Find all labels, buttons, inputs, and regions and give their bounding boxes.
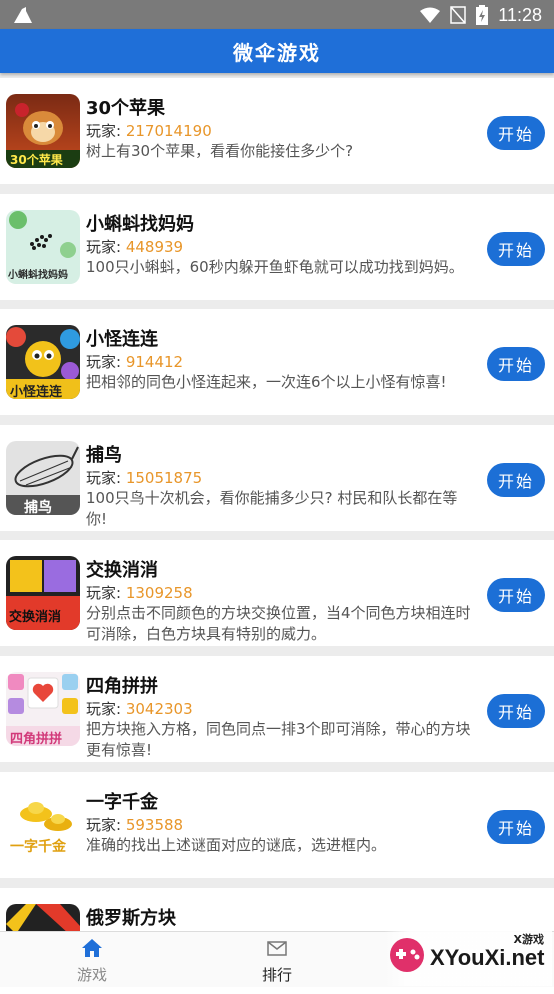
player-count: 玩家: 1309258 [86, 582, 193, 603]
start-button[interactable]: 开始 [487, 232, 545, 266]
game-thumbnail: 小蝌蚪找妈妈 [6, 210, 80, 284]
game-title: 俄罗斯方块 [86, 908, 176, 929]
game-title: 捕鸟 [86, 445, 122, 466]
notification-icon [14, 7, 32, 23]
game-title: 四角拼拼 [86, 676, 158, 697]
game-title: 小蝌蚪找妈妈 [86, 214, 194, 235]
players-number: 217014190 [125, 122, 212, 140]
players-number: 448939 [125, 238, 184, 256]
start-button[interactable]: 开始 [487, 116, 545, 150]
thumbnail-label: 捕鸟 [24, 500, 52, 515]
game-thumbnail: 交换消消 [6, 556, 80, 630]
game-thumbnail: 小怪连连 [6, 325, 80, 399]
game-title: 交换消消 [86, 560, 158, 581]
players-label: 玩家: [86, 584, 122, 602]
game-thumbnail: 四角拼拼 [6, 672, 80, 746]
game-thumbnail: 30个苹果 [6, 94, 80, 168]
watermark-text: XYouXi.net [430, 945, 545, 970]
home-icon [82, 939, 102, 957]
game-description: 100只小蝌蚪，60秒内躲开鱼虾龟就可以成功找到妈妈。 [86, 258, 464, 276]
game-description: 100只鸟十次机会，看你能捕多少只? 村民和队长都在等你! [86, 489, 458, 528]
players-label: 玩家: [86, 700, 122, 718]
game-item[interactable]: 捕鸟 捕鸟 玩家: 15051875 100只鸟十次机会，看你能捕多少只? 村民… [0, 425, 554, 531]
start-button[interactable]: 开始 [487, 347, 545, 381]
tab-label: 排行 [261, 966, 292, 984]
player-count: 玩家: 217014190 [86, 120, 212, 141]
game-item[interactable]: 小蝌蚪找妈妈 小蝌蚪找妈妈 玩家: 448939 100只小蝌蚪，60秒内躲开鱼… [0, 194, 554, 300]
players-label: 玩家: [86, 238, 122, 256]
players-number: 593588 [125, 816, 184, 834]
game-item[interactable]: 30个苹果 30个苹果 玩家: 217014190 树上有30个苹果，看看你能接… [0, 78, 554, 184]
thumbnail-label: 小怪连连 [10, 385, 63, 399]
wifi-icon [420, 7, 441, 23]
game-description: 把方块拖入方格，同色同点一排3个即可消除，带心的方块更有惊喜! [86, 720, 471, 759]
players-label: 玩家: [86, 816, 122, 834]
game-item[interactable]: 交换消消 交换消消 玩家: 1309258 分别点击不同颜色的方块交换位置，当4… [0, 540, 554, 646]
tab-ranking[interactable]: 排行 [217, 932, 337, 987]
thumbnail-label: 30个苹果 [10, 153, 63, 167]
status-bar: 11:28 [0, 0, 554, 29]
game-description: 树上有30个苹果，看看你能接住多少个? [86, 142, 354, 160]
players-label: 玩家: [86, 353, 122, 371]
player-count: 玩家: 15051875 [86, 467, 202, 488]
game-thumbnail: 捕鸟 [6, 441, 80, 515]
players-number: 3042303 [125, 700, 193, 718]
mail-icon [267, 941, 287, 956]
app-bar: 微伞游戏 [0, 29, 554, 73]
game-thumbnail: 一字千金 [6, 788, 80, 862]
game-description: 分别点击不同颜色的方块交换位置，当4个同色方块相连时可消除，白色方块具有特别的威… [86, 604, 471, 643]
game-description: 准确的找出上述谜面对应的谜底，选进框内。 [86, 836, 387, 854]
players-number: 15051875 [125, 469, 203, 487]
thumbnail-label: 交换消消 [9, 610, 62, 625]
start-button[interactable]: 开始 [487, 694, 545, 728]
game-title: 一字千金 [86, 792, 158, 813]
player-count: 玩家: 448939 [86, 236, 183, 257]
game-description: 把相邻的同色小怪连起来，一次连6个以上小怪有惊喜! [86, 373, 447, 391]
game-item[interactable]: 四角拼拼 四角拼拼 玩家: 3042303 把方块拖入方格，同色同点一排3个即可… [0, 656, 554, 762]
player-count: 玩家: 914412 [86, 351, 183, 372]
thumbnail-label: 四角拼拼 [10, 732, 63, 746]
tab-label: 游戏 [76, 966, 107, 984]
clock: 11:28 [498, 4, 542, 25]
players-label: 玩家: [86, 122, 122, 140]
game-item[interactable]: 一字千金 一字千金 玩家: 593588 准确的找出上述谜面对应的谜底，选进框内… [0, 772, 554, 878]
game-title: 30个苹果 [86, 98, 166, 119]
thumbnail-label: 小蝌蚪找妈妈 [8, 270, 68, 281]
gamepad-icon [390, 938, 424, 972]
page-title: 微伞游戏 [233, 40, 321, 65]
thumbnail-label: 一字千金 [10, 839, 66, 855]
start-button[interactable]: 开始 [487, 463, 545, 497]
start-button[interactable]: 开始 [487, 578, 545, 612]
watermark: X游戏 XYouXi.net [384, 929, 552, 986]
player-count: 玩家: 593588 [86, 814, 183, 835]
battery-icon [476, 5, 489, 25]
game-item[interactable]: 小怪连连 小怪连连 玩家: 914412 把相邻的同色小怪连起来，一次连6个以上… [0, 309, 554, 415]
players-number: 1309258 [125, 584, 193, 602]
no-signal-icon [450, 6, 467, 24]
start-button[interactable]: 开始 [487, 810, 545, 844]
tab-games[interactable]: 游戏 [32, 932, 152, 987]
players-number: 914412 [125, 353, 184, 371]
player-count: 玩家: 3042303 [86, 698, 193, 719]
game-title: 小怪连连 [86, 329, 158, 350]
players-label: 玩家: [86, 469, 122, 487]
